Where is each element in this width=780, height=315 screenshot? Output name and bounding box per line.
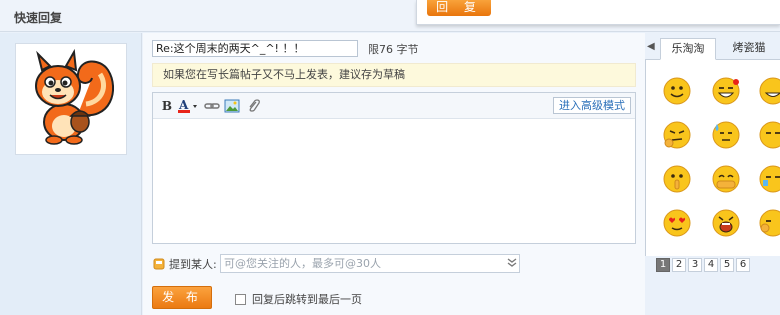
emoticon-shush[interactable] bbox=[662, 164, 692, 194]
squirrel-avatar bbox=[35, 48, 115, 145]
image-icon[interactable] bbox=[224, 98, 240, 114]
emoticon-grin[interactable] bbox=[758, 76, 780, 106]
avatar-panel bbox=[0, 33, 142, 315]
jump-to-last-page-option[interactable]: 回复后跳转到最后一页 bbox=[235, 291, 362, 307]
emoticon-page-5[interactable]: 5 bbox=[720, 258, 734, 272]
emoticon-page-4[interactable]: 4 bbox=[704, 258, 718, 272]
advanced-mode-button[interactable]: 进入高级模式 bbox=[553, 97, 631, 114]
jump-checkbox[interactable] bbox=[235, 293, 246, 305]
emoticon-cry[interactable] bbox=[758, 164, 780, 194]
tab-kaocimao[interactable]: 烤瓷猫 bbox=[721, 38, 777, 60]
link-icon[interactable] bbox=[204, 98, 220, 114]
chevron-down-icon[interactable] bbox=[506, 257, 518, 269]
emoticon-sweat[interactable] bbox=[711, 120, 741, 150]
subject-input[interactable]: Re:这个周末的两天^_^! ！！ bbox=[152, 40, 358, 57]
mention-label-text: 提到某人: bbox=[169, 258, 217, 271]
editor-toolbar: B A 进入高级模式 bbox=[153, 93, 635, 119]
emoticon-sleepy[interactable] bbox=[758, 120, 780, 150]
attachment-icon[interactable] bbox=[246, 98, 262, 114]
emoticon-tabs: ◀ 乐淘淘 烤瓷猫 bbox=[645, 38, 780, 60]
mention-label: 提到某人: bbox=[153, 256, 217, 272]
emoticon-page-3[interactable]: 3 bbox=[688, 258, 702, 272]
emoticon-wave[interactable] bbox=[758, 208, 780, 238]
arrow-left-icon[interactable]: ◀ bbox=[647, 41, 659, 52]
reply-button[interactable]: 回 复 bbox=[427, 0, 491, 16]
draft-tip: 如果您在写长篇帖子又不马上发表，建议存为草稿 bbox=[152, 63, 636, 87]
jump-label: 回复后跳转到最后一页 bbox=[252, 293, 362, 306]
emoticon-shy[interactable] bbox=[711, 164, 741, 194]
content-textarea[interactable] bbox=[153, 119, 635, 243]
svg-text:A: A bbox=[178, 98, 189, 112]
emoticon-love[interactable] bbox=[662, 208, 692, 238]
editor: B A 进入高级模式 bbox=[152, 92, 636, 244]
emoticon-pager: 1 2 3 4 5 6 bbox=[656, 258, 750, 272]
header-title: 快速回复 bbox=[14, 11, 63, 25]
publish-button[interactable]: 发 布 bbox=[152, 286, 212, 309]
tab-letaotao[interactable]: 乐淘淘 bbox=[660, 38, 716, 60]
reply-form: Re:这个周末的两天^_^! ！！ 限76 字节 如果您在写长篇帖子又不马上发表… bbox=[143, 33, 645, 315]
emoticon-page-1[interactable]: 1 bbox=[656, 258, 670, 272]
emoticon-panel: ◀ 乐淘淘 烤瓷猫 1 2 3 4 5 6 bbox=[645, 33, 780, 315]
emoticon-think[interactable] bbox=[662, 120, 692, 150]
emoticon-page-6[interactable]: 6 bbox=[736, 258, 750, 272]
reply-popup: 回 复 bbox=[416, 0, 780, 25]
emoticon-shout[interactable] bbox=[711, 208, 741, 238]
mention-input[interactable]: 可@您关注的人，最多可@30人 bbox=[220, 254, 520, 273]
emoticon-grid bbox=[645, 60, 780, 256]
emoticon-smile[interactable] bbox=[662, 76, 692, 106]
emoticon-page-2[interactable]: 2 bbox=[672, 258, 686, 272]
mention-icon bbox=[153, 258, 165, 270]
emoticon-laugh[interactable] bbox=[711, 76, 741, 106]
subject-limit: 限76 字节 bbox=[368, 43, 419, 56]
font-color-icon[interactable]: A bbox=[177, 98, 199, 114]
bold-icon[interactable]: B bbox=[161, 98, 173, 114]
avatar bbox=[15, 43, 127, 155]
